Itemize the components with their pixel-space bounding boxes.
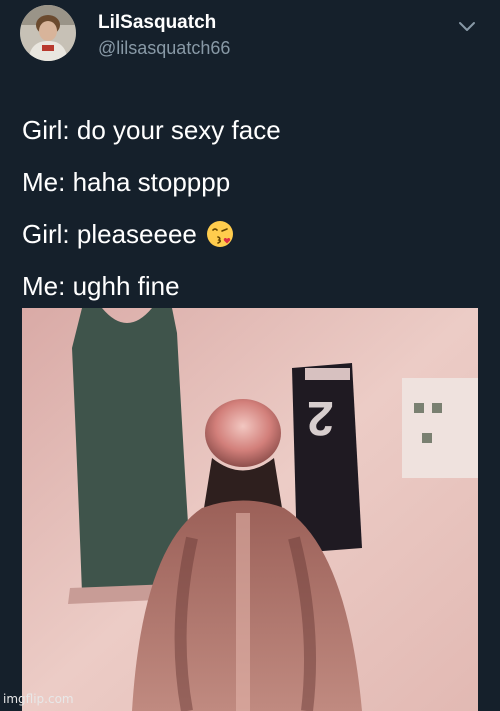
tweet-text: Girl: do your sexy face Me: haha stopppp…	[22, 104, 482, 312]
media-frame	[22, 308, 478, 711]
tweet-card: LilSasquatch @lilsasquatch66 Girl: do yo…	[0, 0, 500, 711]
avatar[interactable]	[20, 5, 76, 61]
tweet-line: Girl: pleaseeee	[22, 208, 482, 260]
tweet-line: Me: ughh fine	[22, 260, 482, 312]
tweet-line-text: Girl: do your sexy face	[22, 115, 281, 145]
user-handle[interactable]: @lilsasquatch66	[98, 38, 230, 59]
kiss-emoji-icon	[206, 221, 233, 247]
display-name[interactable]: LilSasquatch	[98, 12, 216, 34]
tweet-line: Me: haha stopppp	[22, 156, 482, 208]
tweet-media[interactable]: 2	[22, 308, 478, 711]
avatar-image	[20, 5, 76, 61]
tweet-line-text: Girl: pleaseeee	[22, 219, 197, 249]
watermark: imgflip.com	[3, 692, 74, 706]
tweet-line-text: Me: ughh fine	[22, 271, 180, 301]
jersey-number: 2	[307, 391, 334, 444]
chevron-down-icon[interactable]	[458, 20, 476, 32]
tweet-line-text: Me: haha stopppp	[22, 167, 231, 197]
tweet-line: Girl: do your sexy face	[22, 104, 482, 156]
